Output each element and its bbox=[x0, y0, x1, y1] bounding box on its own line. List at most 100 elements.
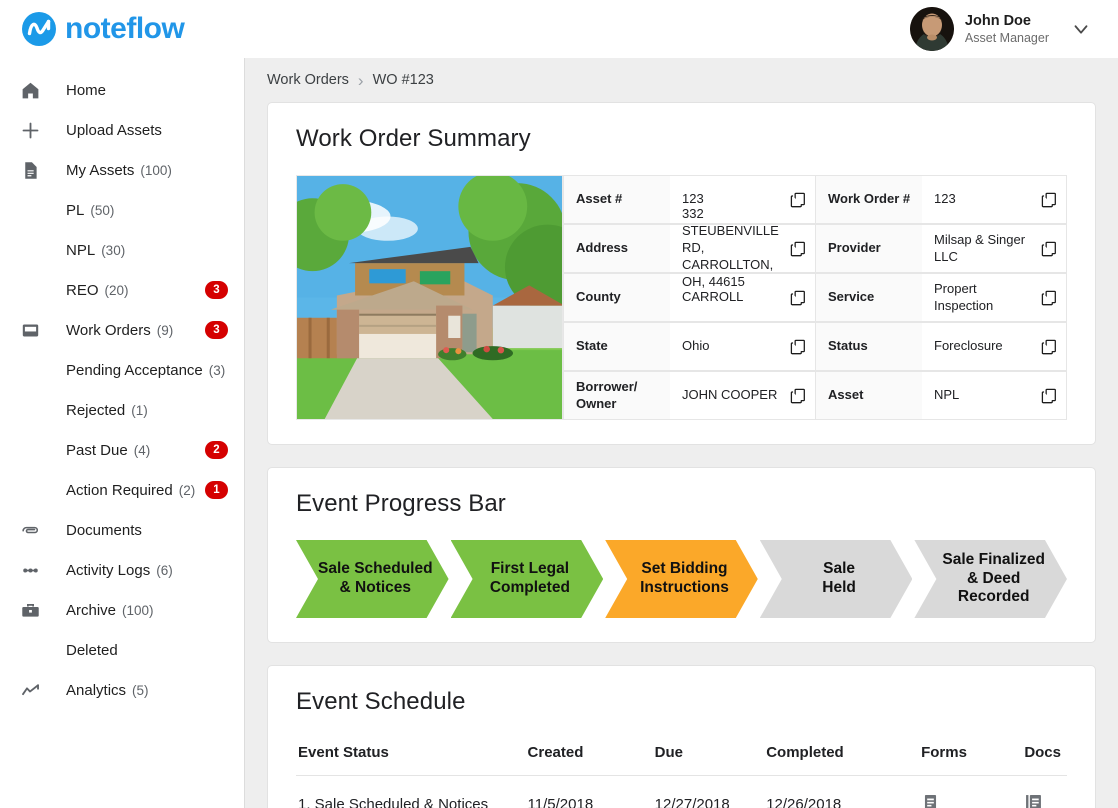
sidebar-item-rejected[interactable]: Rejected (1) bbox=[0, 390, 244, 430]
sidebar-item-reo[interactable]: REO (20) 3 bbox=[0, 270, 244, 310]
sidebar-item-past-due[interactable]: Past Due (4) 2 bbox=[0, 430, 244, 470]
table-row: Status Foreclosure bbox=[815, 322, 1067, 371]
field-label: Borrower/ Owner bbox=[564, 372, 670, 419]
field-value-cell: NPL bbox=[922, 372, 1066, 419]
inbox-icon bbox=[20, 319, 44, 341]
sidebar-item-action-required[interactable]: Action Required (2) 1 bbox=[0, 470, 244, 510]
sidebar-item-label: Documents bbox=[66, 521, 142, 539]
sidebar-item-pending-acceptance[interactable]: Pending Acceptance (3) bbox=[0, 350, 244, 390]
copy-icon[interactable] bbox=[789, 191, 807, 209]
sidebar-item-upload-assets[interactable]: Upload Assets bbox=[0, 110, 244, 150]
field-label: Service bbox=[816, 274, 922, 321]
breadcrumb-parent[interactable]: Work Orders bbox=[267, 72, 349, 88]
column-header-forms[interactable]: Forms bbox=[919, 738, 1023, 776]
sidebar-item-count: (5) bbox=[132, 682, 149, 698]
progress-step-label: Sale Finalized & Deed Recorded bbox=[936, 551, 1051, 608]
sidebar-item-home[interactable]: Home bbox=[0, 70, 244, 110]
activity-dots-icon bbox=[20, 559, 44, 581]
copy-icon[interactable] bbox=[789, 289, 807, 307]
table-row: Work Order # 123 bbox=[815, 175, 1067, 224]
brand-logo[interactable]: noteflow bbox=[22, 12, 185, 46]
breadcrumb-separator-icon: › bbox=[357, 70, 364, 90]
breadcrumb: Work Orders › WO #123 bbox=[245, 58, 1118, 102]
sidebar-item-count: (100) bbox=[122, 602, 154, 618]
progress-step-label-line2: & Deed Recorded bbox=[957, 569, 1030, 606]
copy-icon[interactable] bbox=[789, 240, 807, 258]
table-row: Asset NPL bbox=[815, 371, 1067, 420]
progress-step-4[interactable]: Sale Held bbox=[760, 540, 913, 618]
sidebar-item-count: (20) bbox=[104, 282, 129, 298]
sidebar: Home Upload Assets My Assets (100) PL (50) NPL… bbox=[0, 58, 245, 808]
user-menu[interactable]: John Doe Asset Manager bbox=[909, 7, 1096, 51]
sidebar-item-label: Upload Assets bbox=[66, 121, 162, 139]
sidebar-item-label: Work Orders bbox=[66, 321, 151, 339]
form-document-icon[interactable] bbox=[921, 792, 940, 808]
progress-step-label-line1: Sale bbox=[823, 560, 856, 578]
sidebar-item-analytics[interactable]: Analytics (5) bbox=[0, 670, 244, 710]
table-row: Provider Milsap & Singer LLC bbox=[815, 224, 1067, 273]
copy-icon[interactable] bbox=[1040, 289, 1058, 307]
progress-step-label-line2: & Notices bbox=[339, 579, 412, 596]
sidebar-item-count: (50) bbox=[90, 202, 115, 218]
home-icon bbox=[20, 79, 44, 101]
progress-step-5[interactable]: Sale Finalized & Deed Recorded bbox=[914, 540, 1067, 618]
event-progress-card: Event Progress Bar Sale Scheduled & Notic… bbox=[267, 467, 1096, 643]
sidebar-item-label: Archive bbox=[66, 601, 117, 619]
column-header-docs[interactable]: Docs bbox=[1022, 738, 1067, 776]
sidebar-item-my-assets[interactable]: My Assets (100) bbox=[0, 150, 244, 190]
field-label: Asset bbox=[816, 372, 922, 419]
table-body: 1. Sale Scheduled & Notices 11/5/2018 12/2… bbox=[296, 776, 1067, 808]
sidebar-item-work-orders[interactable]: Work Orders (9) 3 bbox=[0, 310, 244, 350]
progress-step-3[interactable]: Set Bidding Instructions bbox=[605, 540, 758, 618]
field-value-cell: CARROLL bbox=[670, 274, 815, 321]
copy-icon[interactable] bbox=[789, 338, 807, 356]
page-title: Work Order Summary bbox=[296, 125, 531, 152]
progress-step-1[interactable]: Sale Scheduled & Notices bbox=[296, 540, 449, 618]
paperclip-icon bbox=[20, 519, 44, 541]
table-row: Service Propert Inspection bbox=[815, 273, 1067, 322]
column-header-completed[interactable]: Completed bbox=[764, 738, 920, 776]
progress-step-label: Sale Scheduled & Notices bbox=[318, 560, 433, 598]
due-date: 12/27/2018 bbox=[654, 796, 730, 808]
field-value-cell: Propert Inspection bbox=[922, 274, 1066, 321]
progress-step-2[interactable]: First Legal Completed bbox=[451, 540, 604, 618]
sidebar-item-pl[interactable]: PL (50) bbox=[0, 190, 244, 230]
briefcase-icon bbox=[20, 599, 44, 621]
document-icon bbox=[20, 159, 44, 181]
chevron-down-icon[interactable] bbox=[1070, 18, 1092, 40]
sidebar-item-activity-logs[interactable]: Activity Logs (6) bbox=[0, 550, 244, 590]
sidebar-item-count: (3) bbox=[208, 362, 226, 378]
docs-cell bbox=[1022, 776, 1067, 808]
completed-date: 12/26/2018 bbox=[766, 796, 842, 808]
copy-icon[interactable] bbox=[1040, 387, 1058, 405]
app-root: noteflow John Doe Asset Manager Home Upl… bbox=[0, 0, 1118, 808]
copy-icon[interactable] bbox=[1040, 191, 1058, 209]
sidebar-item-label: PL bbox=[66, 201, 85, 219]
sidebar-item-npl[interactable]: NPL (30) bbox=[0, 230, 244, 270]
copy-icon[interactable] bbox=[1040, 338, 1058, 356]
column-header-event-status[interactable]: Event Status bbox=[296, 738, 526, 776]
property-photo bbox=[296, 175, 563, 420]
field-value: CARROLL bbox=[682, 289, 744, 305]
status-badge: 1 bbox=[205, 481, 228, 499]
sidebar-item-count: (4) bbox=[133, 442, 151, 458]
sidebar-item-deleted[interactable]: Deleted bbox=[0, 630, 244, 670]
sidebar-item-label: Pending Acceptance bbox=[66, 361, 203, 379]
docs-document-icon[interactable] bbox=[1024, 792, 1043, 808]
column-header-created[interactable]: Created bbox=[525, 738, 653, 776]
table-row: 1. Sale Scheduled & Notices 11/5/2018 12/2… bbox=[296, 776, 1067, 808]
table-row: County CARROLL bbox=[563, 273, 815, 322]
event-progress-title: Event Progress Bar bbox=[296, 490, 506, 517]
sidebar-item-count: (6) bbox=[156, 562, 173, 578]
copy-icon[interactable] bbox=[1040, 240, 1058, 258]
field-label: County bbox=[564, 274, 670, 321]
plus-icon bbox=[20, 119, 44, 141]
avatar bbox=[909, 7, 954, 51]
column-header-due[interactable]: Due bbox=[652, 738, 765, 776]
user-name: John Doe bbox=[964, 12, 1031, 29]
sidebar-item-archive[interactable]: Archive (100) bbox=[0, 590, 244, 630]
sidebar-item-documents[interactable]: Documents bbox=[0, 510, 244, 550]
field-label: State bbox=[564, 323, 670, 370]
copy-icon[interactable] bbox=[789, 387, 807, 405]
main-content: Work Orders › WO #123 Work Order Summary bbox=[245, 58, 1118, 808]
